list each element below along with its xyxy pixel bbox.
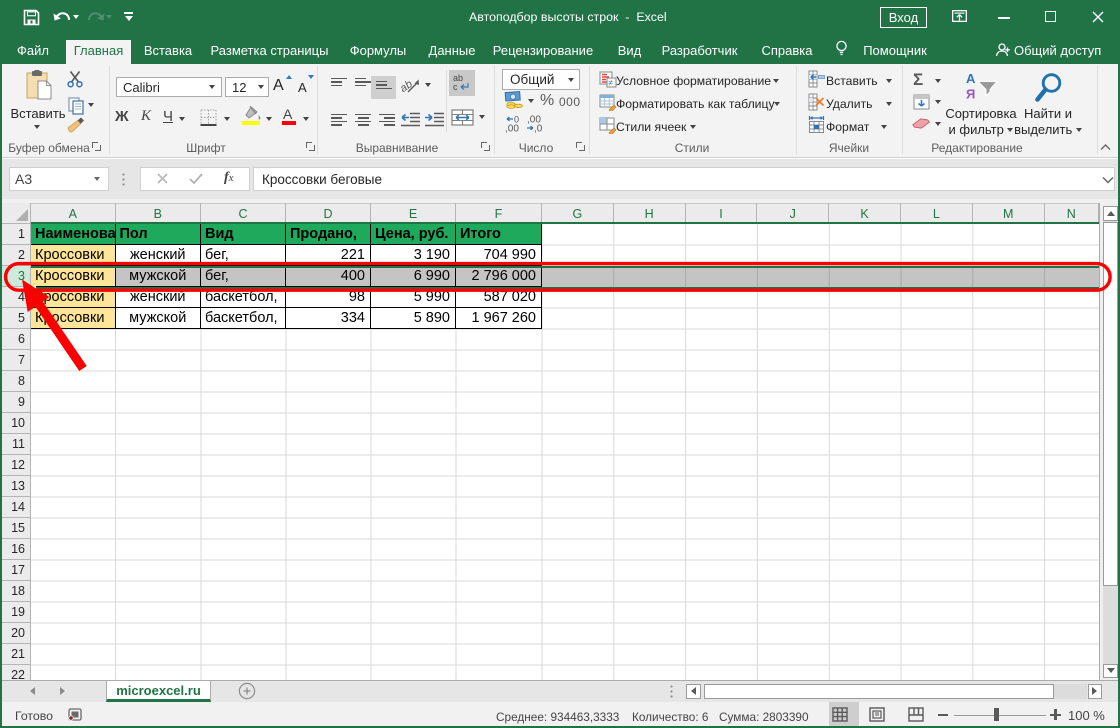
svg-text:≠: ≠ [609, 79, 614, 88]
svg-text:,0: ,0 [534, 124, 543, 134]
svg-text:c: c [453, 82, 458, 92]
svg-text:А: А [966, 71, 976, 86]
svg-text:,00: ,00 [505, 124, 519, 134]
svg-text:Я: Я [966, 87, 975, 101]
